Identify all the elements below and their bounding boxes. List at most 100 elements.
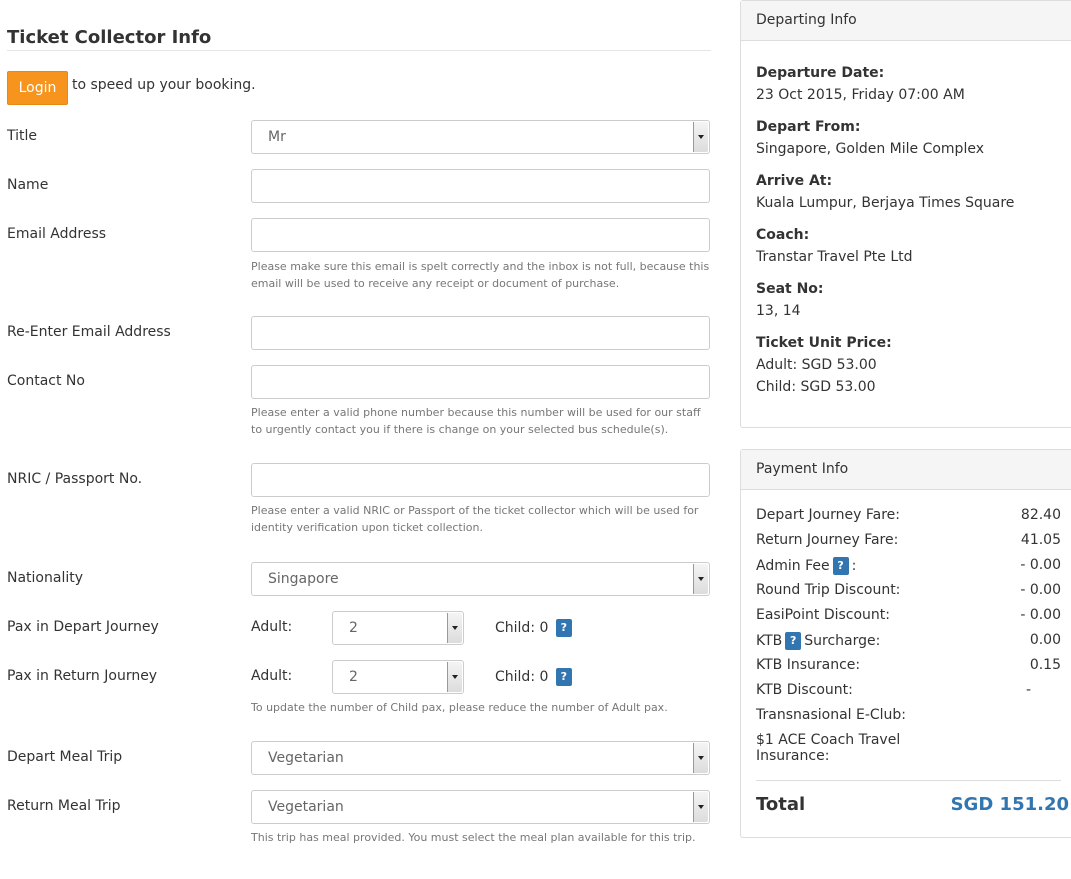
title-divider [7,50,711,51]
payment-row: Return Journey Fare: 41.05 [756,532,1061,552]
departing-info-panel: Departing Info Departure Date: 23 Oct 20… [740,0,1071,428]
section-title: Ticket Collector Info [7,27,212,48]
payment-row: KTB? Surcharge: 0.00 [756,632,1061,652]
help-icon[interactable]: ? [555,619,572,637]
seat-label: Seat No: [756,281,824,297]
child-return-label: Child: 0 ? [495,668,572,686]
payment-row: KTB Discount: - [756,682,1061,702]
nationality-select-value: Singapore [268,571,339,587]
unit-price-label: Ticket Unit Price: [756,335,892,351]
adult-return-label: Adult: [251,668,293,684]
payment-row: Round Trip Discount: - 0.00 [756,582,1061,602]
depart-meal-label: Depart Meal Trip [7,749,123,765]
payment-info-heading: Payment Info [741,450,1071,490]
payment-row-label: KTB Discount: [756,682,853,698]
contact-input[interactable] [251,365,710,399]
coach-value: Transtar Travel Pte Ltd [756,249,913,265]
help-icon[interactable]: ? [785,632,802,650]
payment-row-label: KTB [756,633,783,649]
nric-label: NRIC / Passport No. [7,471,143,487]
payment-row-amount: 41.05 [1020,532,1061,548]
departure-date-label: Departure Date: [756,65,885,81]
total-label: Total [756,794,806,815]
payment-row-label: Return Journey Fare: [756,532,899,548]
payment-row-amount: 82.40 [1020,507,1061,523]
child-depart-label: Child: 0 ? [495,619,572,637]
depart-from-block: Depart From: Singapore, Golden Mile Comp… [756,116,984,160]
adult-depart-select[interactable]: 2 [332,611,464,645]
departure-date-block: Departure Date: 23 Oct 2015, Friday 07:0… [756,62,965,106]
payment-info-panel: Payment Info Depart Journey Fare: 82.40 … [740,449,1071,838]
payment-row: Transnasional E-Club: [756,707,1061,727]
name-input[interactable] [251,169,710,203]
meal-help-text: This trip has meal provided. You must se… [251,831,696,844]
adult-depart-value: 2 [349,620,358,636]
payment-row-label: Round Trip Discount: [756,582,901,598]
chevron-down-icon [693,122,708,152]
departing-info-heading: Departing Info [741,1,1071,41]
arrive-at-block: Arrive At: Kuala Lumpur, Berjaya Times S… [756,170,1014,214]
payment-row: Admin Fee?: - 0.00 [756,557,1061,577]
payment-row: KTB Insurance: 0.15 [756,657,1061,677]
depart-from-value: Singapore, Golden Mile Complex [756,141,984,157]
adult-return-value: 2 [349,669,358,685]
coach-block: Coach: Transtar Travel Pte Ltd [756,224,913,268]
return-meal-label: Return Meal Trip [7,798,121,814]
depart-meal-value: Vegetarian [268,750,344,766]
child-return-text: Child: 0 [495,669,549,685]
payment-row-label: KTB Insurance: [756,657,861,673]
payment-row-suffix: Surcharge: [804,633,881,649]
title-select[interactable]: Mr [251,120,710,154]
name-label: Name [7,177,49,193]
depart-from-label: Depart From: [756,119,861,135]
nationality-select[interactable]: Singapore [251,562,710,596]
depart-meal-select[interactable]: Vegetarian [251,741,710,775]
chevron-down-icon [693,564,708,594]
payment-row: Depart Journey Fare: 82.40 [756,507,1061,527]
reemail-label: Re-Enter Email Address [7,324,171,340]
chevron-down-icon [693,792,708,822]
child-price-value: Child: SGD 53.00 [756,379,876,395]
payment-row: EasiPoint Discount: - 0.00 [756,607,1061,627]
payment-row-label: Transnasional E-Club: [756,707,907,723]
payment-row: $1 ACE Coach Travel Insurance: [756,732,1061,772]
adult-return-select[interactable]: 2 [332,660,464,694]
chevron-down-icon [693,743,708,773]
seat-block: Seat No: 13, 14 [756,278,824,322]
coach-label: Coach: [756,227,810,243]
help-icon[interactable]: ? [832,557,849,575]
email-input[interactable] [251,218,710,252]
total-amount: SGD 151.20 [950,794,1069,815]
payment-row-label-line2: Insurance: [756,748,830,764]
ticket-collector-form: Ticket Collector Info Login to speed up … [0,0,720,879]
contact-label: Contact No [7,373,85,389]
nric-input[interactable] [251,463,710,497]
chevron-down-icon [447,613,462,643]
contact-help-text: Please enter a valid phone number becaus… [251,406,701,436]
login-button[interactable]: Login [7,71,68,105]
adult-depart-label: Adult: [251,619,293,635]
return-meal-value: Vegetarian [268,799,344,815]
title-select-value: Mr [268,129,286,145]
payment-row-label: Admin Fee [756,558,830,574]
child-depart-text: Child: 0 [495,620,549,636]
pax-return-label: Pax in Return Journey [7,668,158,684]
nric-help-text: Please enter a valid NRIC or Passport of… [251,504,699,534]
payment-row-label: Depart Journey Fare: [756,507,900,523]
seat-value: 13, 14 [756,303,801,319]
departure-date-value: 23 Oct 2015, Friday 07:00 AM [756,87,965,103]
help-icon[interactable]: ? [555,668,572,686]
payment-row-amount: 0.15 [1029,657,1061,673]
payment-row-amount: - 0.00 [1020,607,1061,623]
pax-help-text: To update the number of Child pax, pleas… [251,701,668,714]
payment-row-amount: - [1025,682,1031,698]
payment-row-amount: - 0.00 [1020,557,1061,573]
payment-row-label: EasiPoint Discount: [756,607,890,623]
adult-price-value: Adult: SGD 53.00 [756,357,877,373]
reemail-input[interactable] [251,316,710,350]
title-label: Title [7,128,38,144]
return-meal-select[interactable]: Vegetarian [251,790,710,824]
payment-row-amount: - 0.00 [1020,582,1061,598]
pax-depart-label: Pax in Depart Journey [7,619,159,635]
email-help-text: Please make sure this email is spelt cor… [251,260,710,290]
